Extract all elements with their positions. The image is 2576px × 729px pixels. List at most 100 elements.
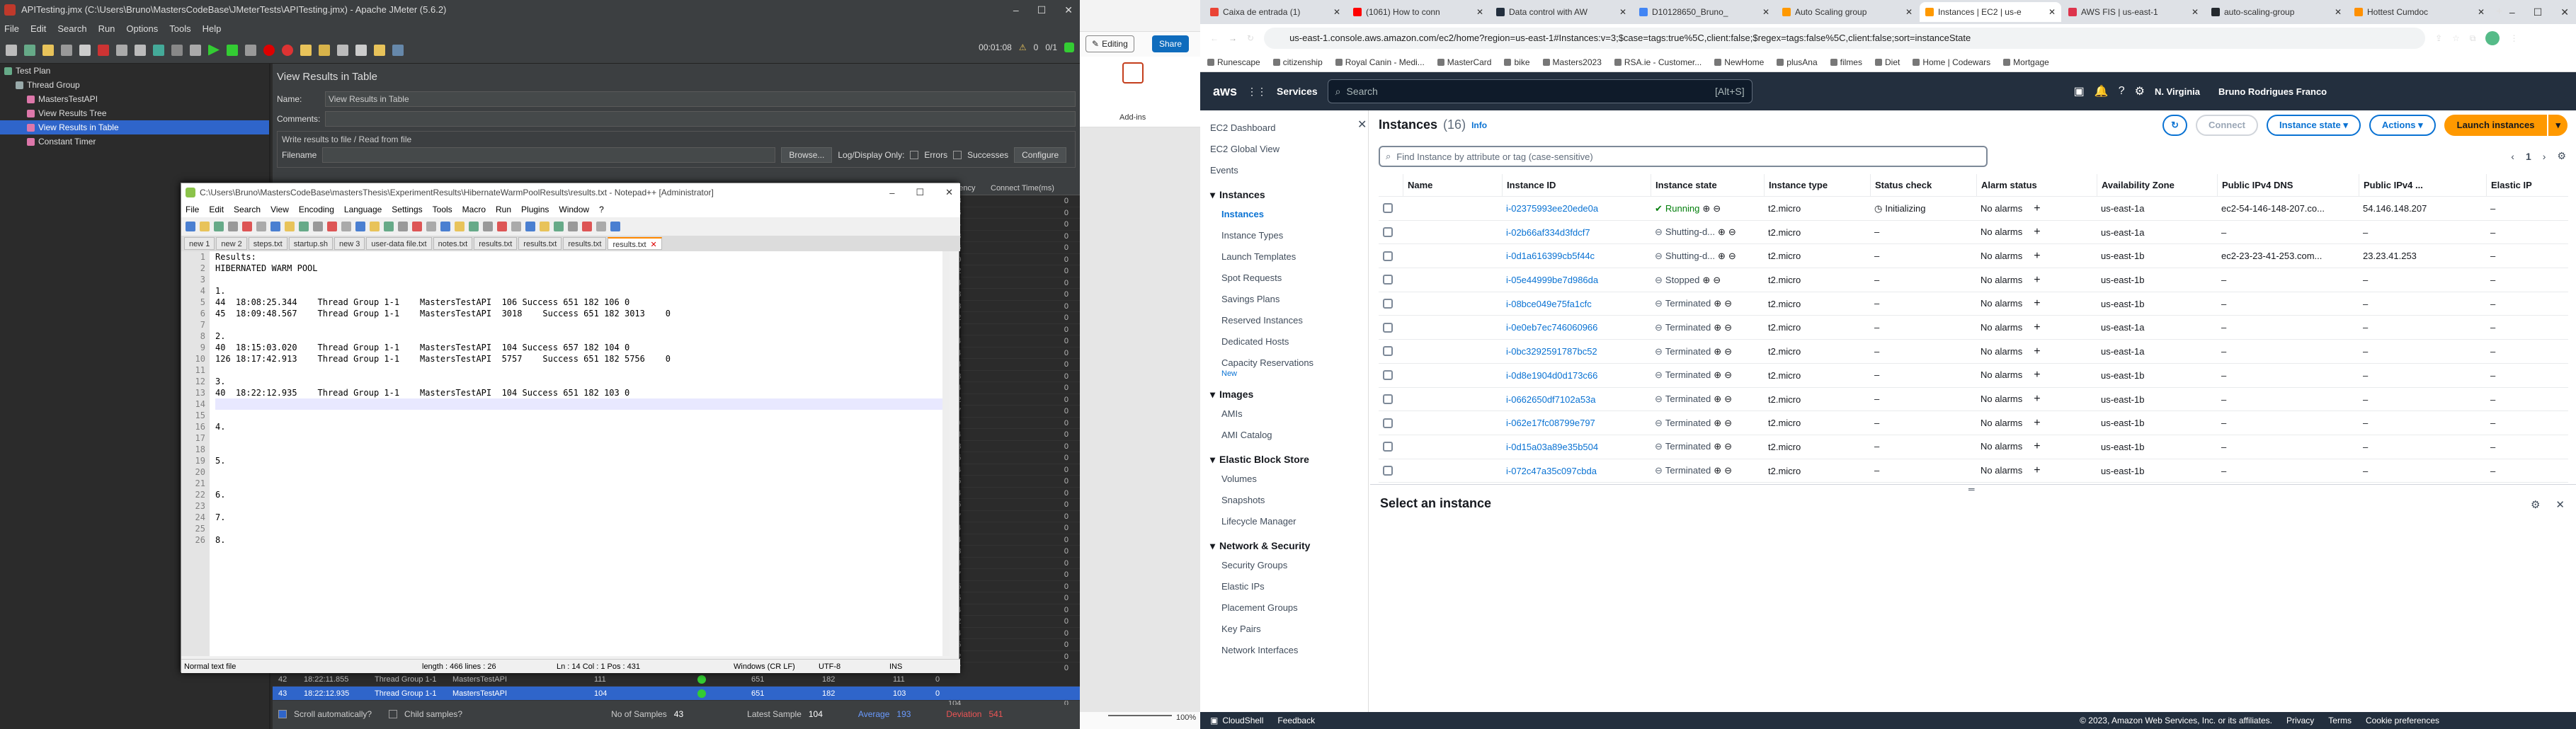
shutdown-icon[interactable]	[282, 44, 293, 56]
bookmark-item[interactable]: citizenship	[1272, 57, 1323, 67]
name-cell[interactable]	[1403, 364, 1502, 387]
back-icon[interactable]: ←	[1210, 33, 1219, 43]
instance-id-link[interactable]: i-0d15a03a89e35b504	[1502, 435, 1651, 459]
bookmark-star-icon[interactable]: ☆	[2452, 33, 2460, 43]
bookmark-item[interactable]: MasterCard	[1437, 57, 1491, 67]
errors-checkbox[interactable]	[910, 151, 919, 159]
zoom-out-icon[interactable]: ⊖	[1724, 388, 1732, 411]
add-alarm-icon[interactable]: +	[2034, 411, 2040, 435]
sidebar-item[interactable]: Volumes	[1200, 469, 1368, 490]
sidebar-item[interactable]: Placement Groups	[1200, 597, 1368, 619]
sidebar-item[interactable]: Instance Types	[1200, 225, 1368, 246]
zoom-in-icon[interactable]: ⊕	[1714, 435, 1721, 459]
editor-tab[interactable]: notes.txt	[433, 237, 473, 250]
zoom-out-icon[interactable]: ⊖	[1713, 197, 1721, 220]
col-header[interactable]: Status check	[1870, 174, 1976, 196]
np-menu-item[interactable]: ?	[599, 205, 604, 214]
copy-icon[interactable]	[116, 44, 127, 56]
zoom-out-icon[interactable]	[398, 222, 408, 231]
close-icon[interactable]: ✕	[1064, 4, 1073, 16]
browser-tab[interactable]: Auto Scaling group ✕	[1777, 2, 1918, 22]
indent-guide-icon[interactable]	[469, 222, 479, 231]
tree-item[interactable]: View Results Tree	[0, 106, 269, 120]
tab-close-icon[interactable]: ✕	[1905, 2, 1913, 22]
instance-id-link[interactable]: i-0bc3292591787bc52	[1502, 340, 1651, 363]
tree-item[interactable]: MastersTestAPI	[0, 92, 269, 106]
cut-icon[interactable]	[285, 222, 295, 231]
col-header[interactable]: Alarm status	[1976, 174, 2097, 196]
editor-tab[interactable]: results.txt	[518, 237, 562, 250]
np-menu-item[interactable]: File	[186, 205, 199, 214]
instance-id-link[interactable]: i-0662650df7102a53a	[1502, 388, 1651, 411]
tree-item[interactable]: Test Plan	[0, 64, 269, 78]
sidebar-item[interactable]: Instances	[1200, 204, 1368, 225]
toggle-icon[interactable]	[190, 44, 201, 56]
cr-minimize-icon[interactable]: –	[2509, 6, 2515, 18]
instance-state-button[interactable]: Instance state ▾	[2267, 115, 2361, 136]
name-cell[interactable]	[1403, 435, 1502, 459]
np-menu-item[interactable]: Search	[234, 205, 261, 214]
account-menu[interactable]: Bruno Rodrigues Franco	[2218, 86, 2327, 97]
instance-row[interactable]: i-02375993ee20ede0a ✔ Running ⊕ ⊖ t2.micro ◷ In…	[1379, 197, 2568, 221]
instance-row[interactable]: i-05e44999be7d986da ⊖ Stopped ⊕ ⊖ t2.micro – No…	[1379, 268, 2568, 292]
split-close-icon[interactable]: ✕	[2555, 498, 2565, 511]
row-checkbox[interactable]	[1379, 388, 1403, 411]
configure-button[interactable]: Configure	[1014, 147, 1067, 163]
sidebar-item[interactable]: Spot Requests	[1200, 268, 1368, 289]
chrome-menu-icon[interactable]: ⋮	[2509, 33, 2518, 43]
zoom-out-icon[interactable]: ⊖	[1724, 364, 1732, 387]
sidebar-item[interactable]: AMI Catalog	[1200, 425, 1368, 446]
instance-row[interactable]: i-0d8e1904d0d173c66 ⊖ Terminated ⊕ ⊖ t2.micro…	[1379, 364, 2568, 388]
wrap-icon[interactable]	[440, 222, 450, 231]
row-checkbox[interactable]	[1379, 435, 1403, 459]
editor-tab[interactable]: new 2	[216, 237, 247, 250]
name-cell[interactable]	[1403, 340, 1502, 363]
play-icon[interactable]	[582, 222, 592, 231]
open-icon[interactable]	[42, 44, 54, 56]
menu-file[interactable]: File	[4, 23, 19, 34]
col-header[interactable]: Name	[1403, 174, 1502, 196]
sidebar-item[interactable]: Snapshots	[1200, 490, 1368, 511]
save-all-icon[interactable]	[228, 222, 238, 231]
add-alarm-icon[interactable]: +	[2034, 364, 2040, 387]
zoom-out-icon[interactable]: ⊖	[1724, 316, 1732, 339]
instance-row[interactable]: i-0662650df7102a53a ⊖ Terminated ⊕ ⊖ t2.micro…	[1379, 388, 2568, 412]
tab-close-icon[interactable]: ✕	[1762, 2, 1769, 22]
bookmark-item[interactable]: Diet	[1874, 57, 1900, 67]
addins-icon[interactable]	[1122, 62, 1144, 84]
row-checkbox[interactable]	[1379, 221, 1403, 244]
cut-icon[interactable]	[98, 44, 109, 56]
tab-close-icon[interactable]: ✕	[2335, 2, 2342, 22]
name-cell[interactable]	[1403, 197, 1502, 220]
row-checkbox[interactable]	[1379, 459, 1403, 483]
menu-help[interactable]: Help	[203, 23, 222, 34]
editor-tab[interactable]: results.txt	[474, 237, 518, 250]
aws-logo[interactable]: aws	[1213, 84, 1237, 99]
zoom-in-icon[interactable]: ⊕	[1714, 316, 1721, 339]
instance-row[interactable]: i-062e17fc08799e797 ⊖ Terminated ⊕ ⊖ t2.micro…	[1379, 411, 2568, 435]
find-icon[interactable]	[355, 222, 365, 231]
zoom-out-icon[interactable]: ⊖	[1724, 459, 1732, 483]
stop-icon[interactable]	[568, 222, 578, 231]
name-cell[interactable]	[1403, 411, 1502, 435]
scroll-auto-checkbox[interactable]	[278, 710, 287, 718]
add-alarm-icon[interactable]: +	[2034, 459, 2040, 483]
bookmark-item[interactable]: Masters2023	[1542, 57, 1602, 67]
np-minimize-icon[interactable]: –	[889, 188, 894, 198]
name-cell[interactable]	[1403, 268, 1502, 292]
zoom-in-icon[interactable]	[384, 222, 394, 231]
col-header[interactable]: Instance ID	[1502, 174, 1651, 196]
sidebar-item[interactable]: Events	[1200, 160, 1368, 181]
np-menu-item[interactable]: Window	[559, 205, 589, 214]
row-checkbox[interactable]	[1379, 197, 1403, 220]
instance-row[interactable]: i-0e0eb7ec746060966 ⊖ Terminated ⊕ ⊖ t2.micro…	[1379, 316, 2568, 340]
add-alarm-icon[interactable]: +	[2034, 292, 2040, 316]
zoom-in-icon[interactable]: ⊕	[1714, 292, 1721, 316]
add-alarm-icon[interactable]: +	[2034, 435, 2040, 459]
zoom-in-icon[interactable]: ⊕	[1714, 340, 1721, 363]
zoom-out-icon[interactable]: ⊖	[1724, 435, 1732, 459]
menu-run[interactable]: Run	[98, 23, 115, 34]
add-alarm-icon[interactable]: +	[2034, 244, 2040, 268]
preferences-gear-icon[interactable]: ⚙	[2557, 150, 2566, 162]
add-alarm-icon[interactable]: +	[2034, 316, 2040, 339]
